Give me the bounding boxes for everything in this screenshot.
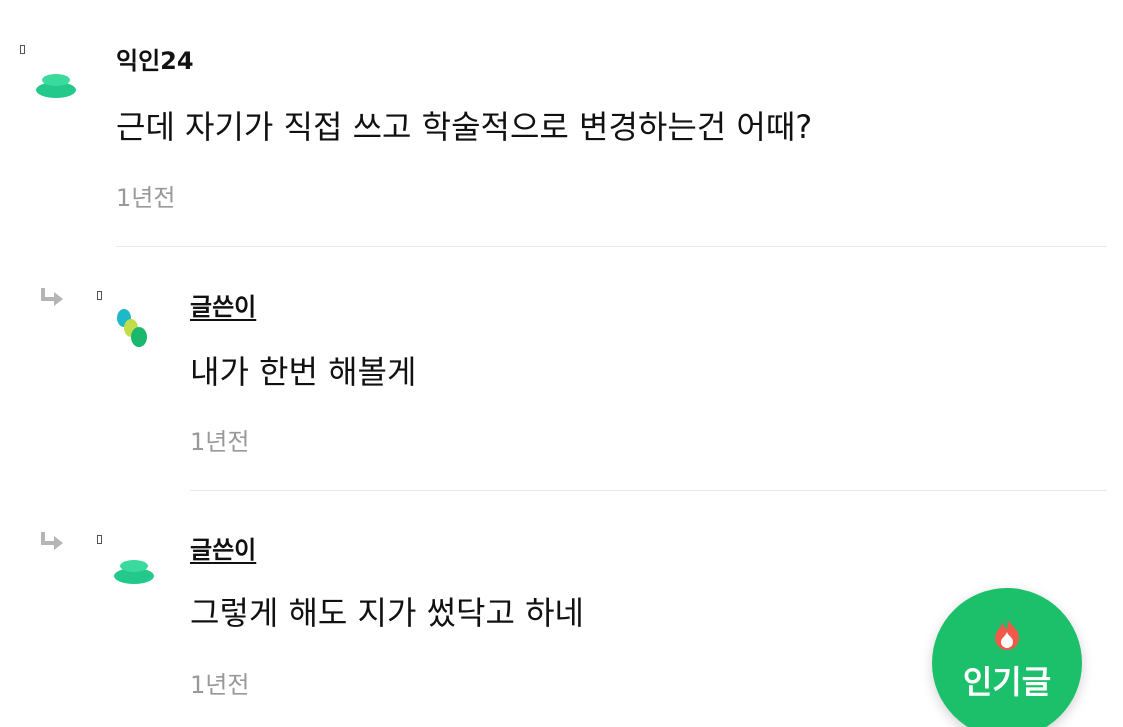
comment-item: 익인24 근데 자기가 직접 쓰고 학술적으로 변경하는건 어때? 1년전 xyxy=(0,0,1123,248)
comment-time: 1년전 xyxy=(190,428,250,456)
popular-posts-button[interactable]: 인기글 xyxy=(932,588,1082,727)
reply-item: 글쓴이 내가 한번 해볼게 1년전 xyxy=(0,248,1123,492)
fab-label: 인기글 xyxy=(962,663,1052,701)
broken-image-icon xyxy=(97,291,102,300)
divider xyxy=(116,246,1107,247)
avatar[interactable] xyxy=(112,304,156,348)
comment-text: 그렇게 해도 지가 썼닥고 하네 xyxy=(190,594,584,632)
broken-image-icon xyxy=(97,535,102,544)
comment-time: 1년전 xyxy=(190,671,250,699)
divider xyxy=(190,490,1107,491)
broken-image-icon xyxy=(20,45,25,54)
author-name[interactable]: 익인24 xyxy=(116,46,194,76)
author-name[interactable]: 글쓴이 xyxy=(190,535,256,565)
comment-text: 근데 자기가 직접 쓰고 학술적으로 변경하는건 어때? xyxy=(116,108,813,146)
author-name[interactable]: 글쓴이 xyxy=(190,292,256,322)
fire-icon xyxy=(995,618,1019,650)
reply-arrow-icon xyxy=(41,532,63,550)
avatar[interactable] xyxy=(112,556,156,600)
reply-arrow-icon xyxy=(41,288,63,306)
avatar[interactable] xyxy=(34,70,78,114)
comment-thread: 익인24 근데 자기가 직접 쓰고 학술적으로 변경하는건 어때? 1년전 글쓴… xyxy=(0,0,1123,727)
comment-text: 내가 한번 해볼게 xyxy=(190,353,417,391)
comment-time: 1년전 xyxy=(116,184,176,212)
